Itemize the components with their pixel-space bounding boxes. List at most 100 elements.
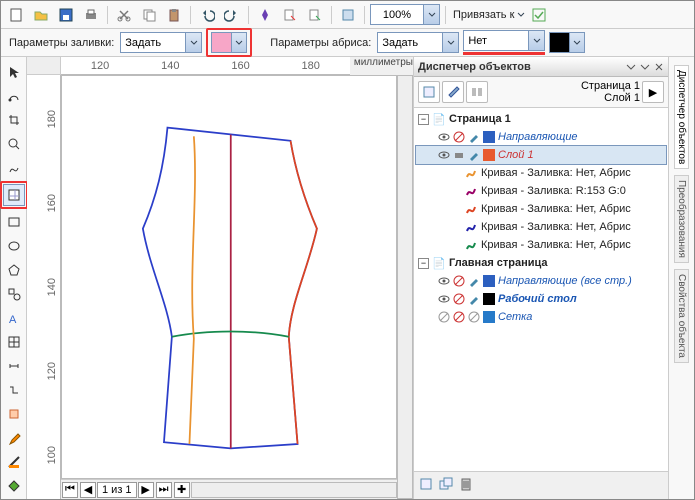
tree-guides-all[interactable]: Направляющие (все стр.) bbox=[416, 272, 666, 290]
zoom-dropdown-icon[interactable] bbox=[423, 5, 439, 24]
eye-icon[interactable] bbox=[438, 275, 450, 287]
tree-curve[interactable]: Кривая - Заливка: R:153 G:0 bbox=[416, 182, 666, 200]
tree-curve[interactable]: Кривая - Заливка: Нет, Абрис bbox=[416, 236, 666, 254]
add-page-button[interactable]: ✚ bbox=[174, 482, 190, 498]
zoom-input[interactable] bbox=[371, 9, 423, 21]
new-button[interactable] bbox=[5, 4, 27, 26]
tree-master-page[interactable]: −📄Главная страница bbox=[416, 254, 666, 272]
zoom-combo[interactable] bbox=[370, 4, 440, 25]
tree-guides[interactable]: Направляющие bbox=[416, 128, 666, 146]
print-disabled-icon[interactable] bbox=[453, 275, 465, 287]
ruler-origin[interactable] bbox=[27, 57, 61, 75]
tree-grid[interactable]: Сетка bbox=[416, 308, 666, 326]
print-icon[interactable] bbox=[453, 149, 465, 161]
dock-tab-objmgr[interactable]: Диспетчер объектов bbox=[674, 65, 689, 169]
tree-desktop[interactable]: Рабочий стол bbox=[416, 290, 666, 308]
fill-mode-combo[interactable]: Задать bbox=[120, 32, 202, 53]
pencil-icon[interactable] bbox=[468, 131, 480, 143]
first-page-button[interactable]: ⏮ bbox=[62, 482, 78, 498]
crop-tool[interactable] bbox=[3, 109, 25, 131]
page-indicator[interactable]: 1 из 1 bbox=[97, 482, 137, 498]
last-page-button[interactable]: ⏭ bbox=[156, 482, 172, 498]
chevron-down-icon[interactable] bbox=[570, 33, 584, 52]
fill-color-button[interactable] bbox=[211, 32, 247, 53]
eyedropper-tool[interactable] bbox=[3, 427, 25, 449]
layer-view-button[interactable] bbox=[466, 81, 488, 103]
edit-layers-button[interactable] bbox=[442, 81, 464, 103]
import-icon[interactable] bbox=[304, 4, 326, 26]
print-disabled-icon[interactable] bbox=[453, 311, 465, 323]
chevron-down-icon[interactable] bbox=[232, 33, 246, 52]
tree-layer[interactable]: Слой 1 bbox=[416, 146, 666, 164]
effects-tool[interactable] bbox=[3, 403, 25, 425]
cut-button[interactable] bbox=[113, 4, 135, 26]
next-page-button[interactable]: ▶ bbox=[138, 482, 154, 498]
print-disabled-icon[interactable] bbox=[453, 293, 465, 305]
tree-curve[interactable]: Кривая - Заливка: Нет, Абрис bbox=[416, 218, 666, 236]
table-tool[interactable] bbox=[3, 331, 25, 353]
dimension-tool[interactable] bbox=[3, 355, 25, 377]
pencil-icon[interactable] bbox=[468, 293, 480, 305]
outline-mode-combo[interactable]: Задать bbox=[377, 32, 459, 53]
text-tool[interactable]: A bbox=[3, 307, 25, 329]
panel-title: Диспетчер объектов bbox=[418, 61, 626, 73]
dock-tab-objprops[interactable]: Свойства объекта bbox=[674, 269, 689, 363]
eye-icon[interactable] bbox=[438, 131, 450, 143]
export-icon[interactable] bbox=[279, 4, 301, 26]
tree-curve[interactable]: Кривая - Заливка: Нет, Абрис bbox=[416, 164, 666, 182]
dock-icon[interactable] bbox=[640, 62, 650, 72]
save-button[interactable] bbox=[55, 4, 77, 26]
connector-tool[interactable] bbox=[3, 379, 25, 401]
corel-icon[interactable] bbox=[254, 4, 276, 26]
chevron-down-icon[interactable] bbox=[528, 31, 544, 50]
tree-page[interactable]: −📄Страница 1 bbox=[416, 110, 666, 128]
rectangle-tool[interactable] bbox=[3, 211, 25, 233]
dock-tab-transform[interactable]: Преобразования bbox=[674, 175, 689, 263]
new-master-layer-button[interactable] bbox=[438, 476, 454, 495]
freehand-tool[interactable] bbox=[3, 157, 25, 179]
copy-button[interactable] bbox=[138, 4, 160, 26]
basic-shapes-tool[interactable] bbox=[3, 283, 25, 305]
chevron-down-icon[interactable] bbox=[185, 33, 201, 52]
pencil-icon[interactable] bbox=[468, 149, 480, 161]
outline-tool[interactable] bbox=[3, 451, 25, 473]
close-icon[interactable] bbox=[654, 62, 664, 72]
horizontal-scrollbar[interactable] bbox=[191, 482, 397, 498]
object-tree[interactable]: −📄Страница 1 Направляющие Слой 1 Кривая … bbox=[414, 108, 668, 471]
redo-button[interactable] bbox=[221, 4, 243, 26]
chevron-down-icon[interactable] bbox=[442, 33, 458, 52]
shape-tool[interactable] bbox=[3, 85, 25, 107]
pencil-icon[interactable] bbox=[468, 275, 480, 287]
eye-icon[interactable] bbox=[438, 149, 450, 161]
new-layer-button[interactable] bbox=[418, 476, 434, 495]
undo-button[interactable] bbox=[196, 4, 218, 26]
app-launcher-icon[interactable] bbox=[337, 4, 359, 26]
paste-button[interactable] bbox=[163, 4, 185, 26]
prev-page-button[interactable]: ◀ bbox=[80, 482, 96, 498]
eye-icon[interactable] bbox=[438, 293, 450, 305]
snap-toggle[interactable] bbox=[528, 4, 550, 26]
outline-color-button[interactable] bbox=[549, 32, 585, 53]
outline-value-combo[interactable]: Нет bbox=[463, 30, 545, 51]
disabled-icon[interactable] bbox=[468, 311, 480, 323]
pick-tool[interactable] bbox=[3, 61, 25, 83]
tree-curve[interactable]: Кривая - Заливка: Нет, Абрис bbox=[416, 200, 666, 218]
drawing-canvas[interactable] bbox=[61, 75, 397, 479]
vertical-ruler[interactable]: 180160140120100 bbox=[27, 75, 61, 499]
delete-button[interactable] bbox=[458, 476, 474, 495]
flyout-button[interactable]: ▶ bbox=[642, 81, 664, 103]
ellipse-tool[interactable] bbox=[3, 235, 25, 257]
disabled-icon[interactable] bbox=[438, 311, 450, 323]
print-disabled-icon[interactable] bbox=[453, 131, 465, 143]
vertical-scrollbar[interactable] bbox=[397, 75, 413, 499]
show-props-button[interactable] bbox=[418, 81, 440, 103]
dock-icon[interactable] bbox=[626, 62, 636, 72]
horizontal-ruler[interactable]: 120140160180 bbox=[61, 57, 350, 75]
zoom-tool[interactable] bbox=[3, 133, 25, 155]
fill-tool[interactable] bbox=[3, 475, 25, 497]
main-toolbar: Привязать к bbox=[1, 1, 694, 29]
polygon-tool[interactable] bbox=[3, 259, 25, 281]
print-button[interactable] bbox=[80, 4, 102, 26]
open-button[interactable] bbox=[30, 4, 52, 26]
smart-fill-tool[interactable] bbox=[3, 184, 25, 206]
